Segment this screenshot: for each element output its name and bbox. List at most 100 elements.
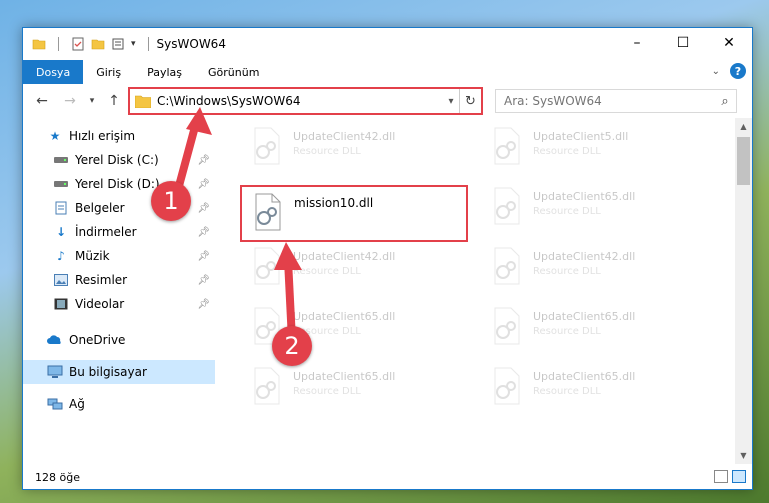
up-button[interactable]: ↑ [103,90,125,112]
file-item[interactable]: UpdateClient42.dll Resource DLL [487,242,717,290]
file-name: UpdateClient5.dll [533,130,629,143]
dll-file-icon [487,126,529,166]
sidebar-item-network[interactable]: Ağ [23,392,215,416]
sidebar-item-label: Yerel Disk (D:) [75,177,160,191]
large-icons-view-icon[interactable] [732,470,746,483]
sidebar-item-videos[interactable]: Videolar 📌︎ [23,292,215,316]
file-name: mission10.dll [294,196,374,210]
file-item[interactable]: UpdateClient65.dll Resource DLL [487,182,717,230]
maximize-button[interactable]: ☐ [660,28,706,58]
file-name: UpdateClient42.dll [293,130,396,143]
sidebar-item-downloads[interactable]: ↓ İndirmeler 📌︎ [23,220,215,244]
expand-ribbon-icon[interactable]: ⌄ [712,66,720,77]
sidebar-item-label: İndirmeler [75,225,137,239]
sidebar-item-pictures[interactable]: Resimler 📌︎ [23,268,215,292]
search-icon[interactable]: ⌕ [714,94,736,109]
scroll-down-icon[interactable]: ▼ [735,447,752,464]
back-button[interactable]: ← [31,90,53,112]
chevron-down-icon[interactable]: ▾ [131,39,136,49]
file-name: UpdateClient42.dll [533,250,636,263]
file-type: Resource DLL [293,386,361,397]
file-type: Resource DLL [533,326,601,337]
file-item-mission10[interactable]: mission10.dll [248,188,478,236]
folder-icon [135,95,151,108]
file-item[interactable]: UpdateClient5.dll Resource DLL [487,122,717,170]
dll-file-icon [487,366,529,406]
documents-icon [53,200,69,216]
drive-icon [53,152,69,168]
file-item[interactable]: UpdateClient65.dll Resource DLL [487,302,717,350]
pin-icon[interactable]: 📌︎ [197,275,210,286]
step-2-badge: 2 [272,326,312,366]
tab-dosya[interactable]: Dosya [23,60,84,84]
divider [58,37,59,51]
file-type: Resource DLL [293,146,361,157]
file-item[interactable]: UpdateClient65.dll Resource DLL [247,362,477,410]
dll-file-icon [247,126,289,166]
sidebar-item-music[interactable]: ♪ Müzik 📌︎ [23,244,215,268]
divider [147,37,149,51]
scroll-up-icon[interactable]: ▲ [735,118,752,135]
network-icon [47,396,63,412]
file-type: Resource DLL [533,206,601,217]
cloud-icon [47,332,63,348]
sidebar-item-label: Yerel Disk (C:) [75,153,159,167]
tab-giris[interactable]: Giriş [83,60,134,84]
step-1-badge: 1 [151,181,191,221]
file-name: UpdateClient65.dll [293,370,396,383]
pictures-icon [53,272,69,288]
navigation-bar: ← → ▾ ↑ C:\Windows\SysWOW64 ▾ ↻ ⌕ [23,86,752,116]
download-icon: ↓ [55,225,67,239]
sidebar-item-label: Bu bilgisayar [69,365,147,379]
file-item[interactable]: UpdateClient42.dll Resource DLL [247,122,477,170]
file-name: UpdateClient65.dll [533,310,636,323]
status-bar: 128 öğe [23,465,752,489]
sidebar-item-label: Ağ [69,397,85,411]
file-name: UpdateClient65.dll [533,190,636,203]
item-count: 128 öğe [35,470,80,484]
music-icon: ♪ [57,249,65,263]
dll-file-icon [487,246,529,286]
sidebar-item-label: Resimler [75,273,128,287]
close-button[interactable]: ✕ [706,28,752,58]
dll-file-icon [247,366,289,406]
chevron-down-icon[interactable]: ▾ [443,96,459,107]
tab-gorunum[interactable]: Görünüm [195,60,272,84]
dll-file-icon [248,192,290,232]
refresh-icon[interactable]: ↻ [459,89,481,113]
pin-icon[interactable]: 📌︎ [197,251,210,262]
pin-icon[interactable]: 📌︎ [197,227,210,238]
recent-locations-button[interactable]: ▾ [81,90,103,112]
window-title: SysWOW64 [156,37,226,51]
quick-access-toolbar: ▾ [23,37,155,51]
forward-button[interactable]: → [59,90,81,112]
file-type: Resource DLL [533,386,601,397]
tab-paylas[interactable]: Paylaş [134,60,195,84]
details-view-icon[interactable] [714,470,728,483]
ribbon-tabs: Dosya Giriş Paylaş Görünüm ⌄ ? [23,60,752,84]
search-box[interactable]: ⌕ [495,89,737,113]
explorer-window: ▾ SysWOW64 – ☐ ✕ Dosya Giriş Paylaş Görü… [22,27,753,490]
dll-file-icon [487,186,529,226]
file-item[interactable]: UpdateClient65.dll Resource DLL [487,362,717,410]
sidebar-item-label: Belgeler [75,201,125,215]
dll-file-icon [487,306,529,346]
vertical-scrollbar[interactable]: ▲ ▼ [735,118,752,464]
customize-icon[interactable] [111,37,125,51]
star-icon: ★ [49,129,61,143]
sidebar-item-label: OneDrive [69,333,126,347]
sidebar-item-this-pc[interactable]: Bu bilgisayar [23,360,215,384]
file-type: Resource DLL [533,146,601,157]
minimize-button[interactable]: – [614,28,660,58]
sidebar-item-label: Müzik [75,249,110,263]
new-folder-icon[interactable] [91,37,105,51]
scrollbar-thumb[interactable] [737,137,750,185]
help-icon[interactable]: ? [730,63,746,79]
sidebar-item-label: Hızlı erişim [69,129,136,143]
search-input[interactable] [496,94,714,108]
sidebar-item-onedrive[interactable]: OneDrive [23,328,215,352]
sidebar-item-label: Videolar [75,297,125,311]
title-bar: ▾ SysWOW64 – ☐ ✕ [23,28,752,60]
pin-icon[interactable]: 📌︎ [197,299,210,310]
properties-icon[interactable] [71,37,85,51]
